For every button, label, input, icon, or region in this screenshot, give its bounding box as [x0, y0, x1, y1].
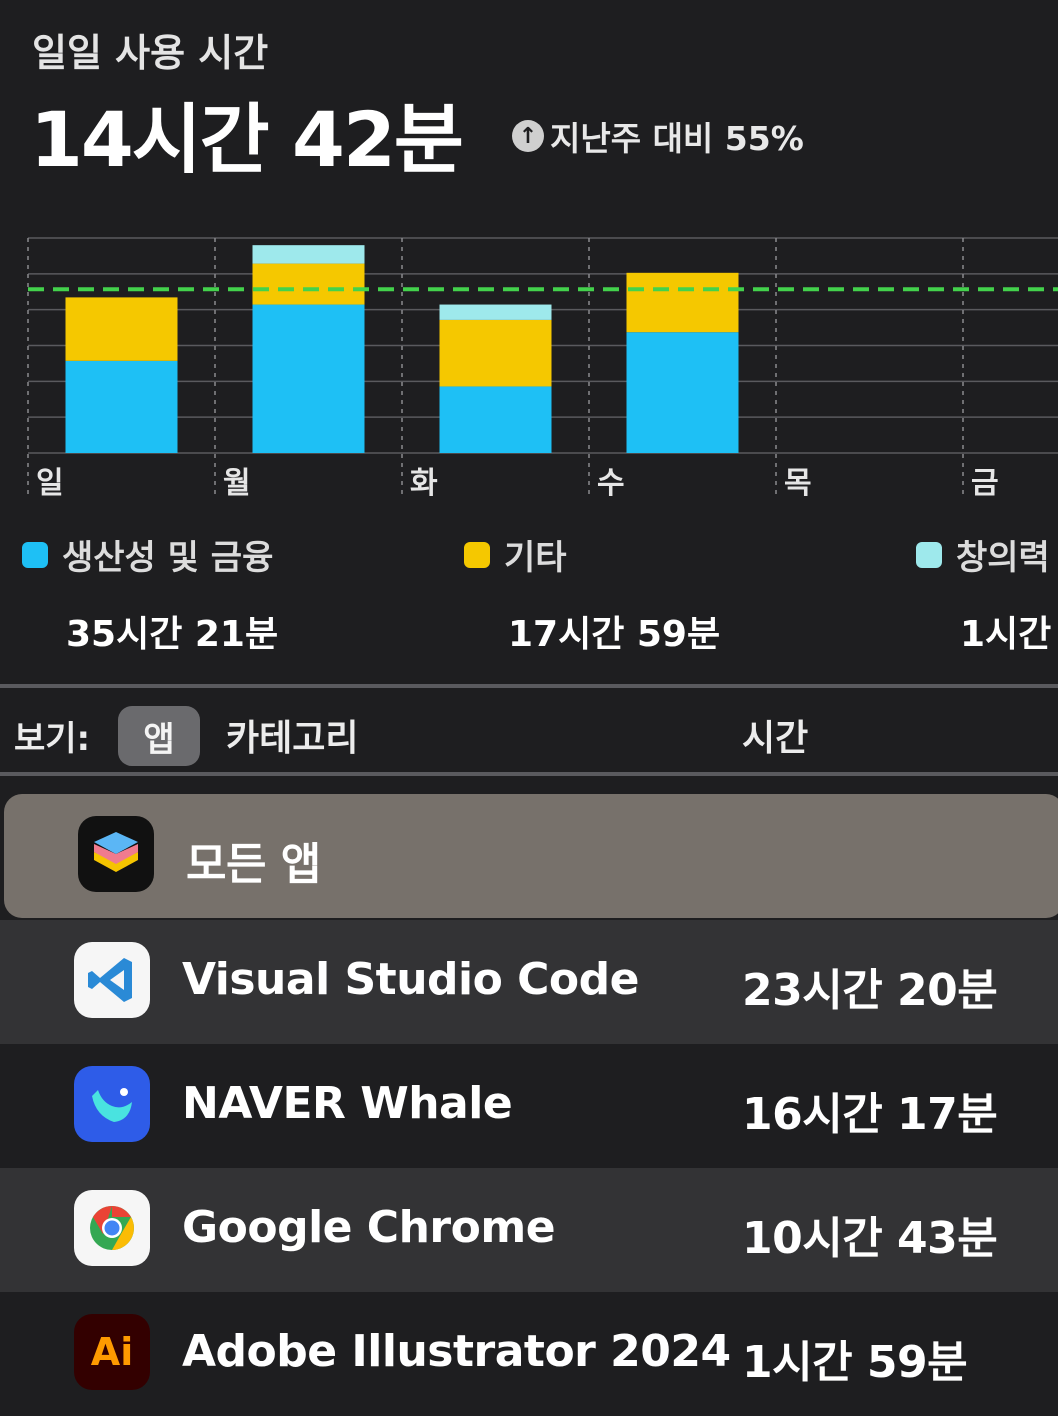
legend-value: 1시간: [960, 614, 1052, 655]
bar-segment: [252, 263, 365, 305]
creativity-swatch: [916, 541, 942, 568]
illustrator-icon-text: Ai: [90, 1330, 134, 1374]
bar-segment: [65, 360, 178, 453]
app-time: 1시간 59분: [742, 1337, 968, 1388]
app-row-adobe-illustrator[interactable]: Ai Adobe Illustrator 2024 1시간 59분: [0, 1292, 1058, 1416]
bar-segment: [252, 245, 365, 264]
legend-name: 생산성 및 금융: [62, 538, 274, 578]
app-row-all-apps[interactable]: 모든 앱: [4, 794, 1058, 918]
day-label: 목: [784, 466, 812, 501]
day-label: 월: [223, 466, 251, 501]
bar-segment: [439, 304, 552, 320]
divider: [0, 772, 1058, 776]
time-column-header[interactable]: 시간: [742, 709, 808, 761]
legend-name: 창의력: [956, 538, 1050, 578]
divider: [0, 684, 1058, 688]
bar-segment: [439, 386, 552, 453]
daily-total-time: 14시간 42분: [30, 95, 464, 184]
stack-icon: [78, 816, 154, 892]
bar-segment: [65, 297, 178, 361]
app-row-google-chrome[interactable]: Google Chrome 10시간 43분: [0, 1168, 1058, 1292]
view-category-button[interactable]: 카테고리: [226, 709, 358, 761]
arrow-up-icon: ↑: [512, 120, 544, 152]
chart-svg: 일월화수목금: [27, 237, 1058, 501]
comparison-text: 지난주 대비 55%: [550, 119, 804, 158]
other-swatch: [464, 541, 490, 568]
app-name: Visual Studio Code: [182, 954, 640, 1005]
bar-segment: [252, 304, 365, 453]
app-name: NAVER Whale: [182, 1078, 513, 1129]
legend-value: 17시간 59분: [508, 614, 721, 655]
bar-segment: [626, 272, 739, 333]
app-name: Google Chrome: [182, 1202, 556, 1253]
app-name: 모든 앱: [186, 839, 321, 890]
view-toggle-bar: 보기: 앱 카테고리 시간: [0, 700, 1058, 770]
daily-usage-chart[interactable]: 일월화수목금: [0, 228, 1058, 508]
illustrator-icon: Ai: [74, 1314, 150, 1390]
app-row-naver-whale[interactable]: NAVER Whale 16시간 17분: [0, 1044, 1058, 1168]
legend-item-creativity: 창의력 1시간: [916, 530, 1051, 657]
legend-value: 35시간 21분: [66, 614, 279, 655]
productivity-swatch: [22, 541, 48, 568]
day-label: 금: [971, 466, 999, 501]
bar-segment: [439, 319, 552, 387]
day-label: 수: [597, 466, 625, 501]
app-name: Adobe Illustrator 2024: [182, 1326, 731, 1377]
vscode-icon: [74, 942, 150, 1018]
day-label: 화: [410, 466, 438, 501]
day-label: 일: [36, 466, 64, 501]
app-time: 16시간 17분: [742, 1089, 998, 1140]
legend-name: 기타: [504, 538, 567, 578]
bar-segment: [626, 332, 739, 453]
app-time: 23시간 20분: [742, 965, 998, 1016]
chrome-icon: [74, 1190, 150, 1266]
app-row-vscode[interactable]: Visual Studio Code 23시간 20분: [0, 920, 1058, 1044]
whale-icon: [74, 1066, 150, 1142]
view-label: 보기:: [14, 718, 91, 759]
app-time: 10시간 43분: [742, 1213, 998, 1264]
weekly-comparison: ↑ 지난주 대비 55%: [512, 112, 804, 160]
view-app-button[interactable]: 앱: [118, 706, 200, 766]
legend-item-productivity: 생산성 및 금융 35시간 21분: [22, 530, 278, 657]
legend-item-other: 기타 17시간 59분: [464, 530, 720, 657]
section-title: 일일 사용 시간: [32, 31, 269, 75]
